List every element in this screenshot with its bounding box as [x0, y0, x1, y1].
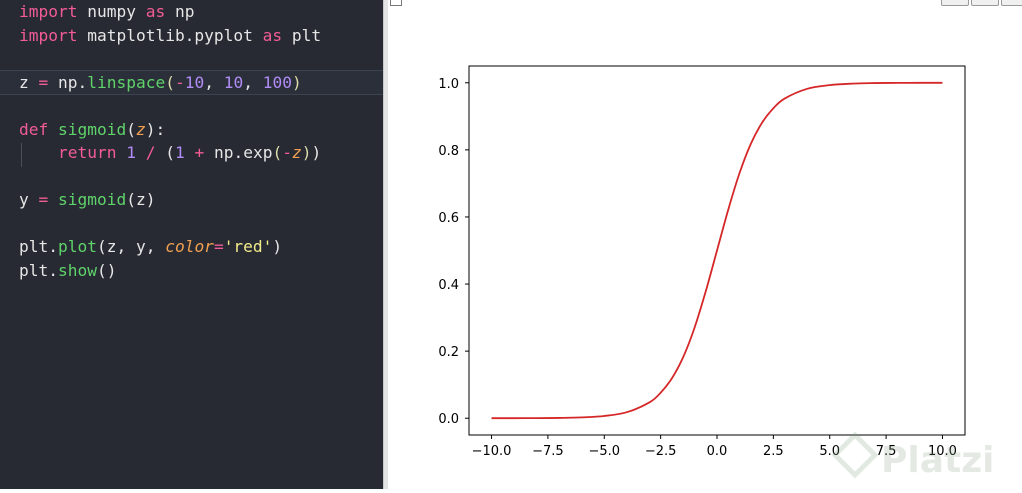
code-token: 10: [223, 72, 244, 92]
code-token: z: [291, 143, 302, 162]
code-token: sigmoid: [58, 119, 127, 139]
code-line[interactable]: plt.show(): [19, 259, 116, 282]
code-line[interactable]: return 1 / (1 + np.exp(-z)): [19, 141, 321, 164]
x-tick-label: −5.0: [588, 444, 620, 459]
code-token: 1: [174, 143, 185, 162]
code-token: (z, y,: [96, 237, 166, 256]
code-token: np.exp: [204, 143, 273, 162]
x-tick-label: 2.5: [763, 444, 784, 459]
y-tick-label: 0.8: [438, 144, 459, 159]
platzi-logo-icon: [831, 431, 879, 479]
window-titlebar: [388, 0, 1022, 6]
code-line[interactable]: import numpy as np: [19, 0, 194, 23]
code-token: 100: [262, 72, 292, 92]
code-token: -: [174, 72, 185, 92]
code-token: show: [57, 260, 97, 280]
code-token: ): [301, 143, 312, 162]
code-line[interactable]: def sigmoid(z):: [19, 118, 165, 141]
platzi-watermark: Platzi: [831, 431, 995, 481]
code-token: linspace: [87, 72, 166, 92]
plot-window: −10.0 −7.5 −5.0 −2.5 0.0 2.5 5.0 7.5 10.0 0.0 0.2 0…: [388, 0, 1022, 489]
x-tick-label: 0.0: [707, 444, 728, 459]
code-token: color: [165, 237, 214, 256]
code-token: import: [19, 25, 78, 45]
code-token: plt.: [19, 237, 58, 256]
code-token: =: [38, 72, 49, 92]
code-line[interactable]: plt.plot(z, y, color='red'): [19, 235, 282, 258]
code-token: ,: [243, 72, 263, 92]
code-token: sigmoid: [58, 190, 127, 209]
window-icon: [390, 0, 402, 6]
code-token: ): [291, 72, 302, 92]
code-token: +: [194, 143, 205, 162]
sigmoid-line: [491, 81, 943, 420]
plot-figure: −10.0 −7.5 −5.0 −2.5 0.0 2.5 5.0 7.5 10.00.00.20…: [438, 65, 995, 481]
code-token: ,: [204, 72, 224, 92]
watermark-text: Platzi: [881, 440, 995, 481]
code-token: return: [57, 143, 117, 162]
y-tick-label: 0.4: [438, 278, 459, 293]
plot-axes: −10.0 −7.5 −5.0 −2.5 0.0 2.5 5.0 7.5 10.00.00.20…: [438, 65, 966, 459]
code-token: import: [19, 2, 78, 21]
plot-series: [491, 81, 943, 420]
code-token: 'red': [223, 237, 273, 256]
code-token: (: [272, 143, 283, 162]
code-token: ): [311, 143, 322, 162]
code-token: /: [145, 143, 156, 162]
minimize-button[interactable]: [941, 0, 969, 6]
code-token: (): [96, 260, 117, 280]
code-token: plt.: [19, 260, 58, 280]
close-button[interactable]: [1001, 0, 1022, 6]
code-token: np.: [48, 72, 88, 92]
code-token: ):: [145, 119, 166, 139]
code-line[interactable]: import matplotlib.pyplot as plt: [19, 24, 321, 47]
code-line[interactable]: z = np.linspace(-10, 10, 100): [19, 71, 302, 94]
code-line[interactable]: y = sigmoid(z): [19, 188, 155, 211]
x-tick-label: −7.5: [532, 444, 564, 459]
code-token: ): [272, 237, 283, 256]
code-token: np: [165, 2, 195, 21]
x-tick-label: −2.5: [645, 444, 677, 459]
y-tick-label: 0.6: [438, 211, 459, 226]
code-token: =: [213, 237, 224, 256]
code-token: (: [165, 72, 175, 92]
code-token: matplotlib.pyplot: [77, 25, 263, 45]
code-editor[interactable]: import numpy as np import matplotlib.pypl…: [0, 0, 383, 489]
y-tick-label: 0.0: [438, 412, 459, 427]
code-token: -: [282, 143, 292, 162]
maximize-button[interactable]: [971, 0, 999, 6]
code-token: 10: [184, 72, 205, 92]
code-token: y: [19, 190, 39, 209]
y-tick-label: 0.2: [438, 345, 459, 360]
code-token: as: [145, 2, 166, 21]
x-tick-label: −10.0: [472, 444, 512, 459]
code-token: def: [19, 119, 49, 139]
code-token: plt: [282, 25, 322, 45]
y-tick-label: 1.0: [438, 77, 459, 92]
code-token: numpy: [77, 2, 146, 21]
code-token: (z): [126, 190, 156, 209]
code-token: (: [155, 143, 175, 162]
code-token: 1: [126, 143, 136, 162]
code-token: z: [19, 72, 39, 92]
code-token: z: [135, 119, 146, 139]
code-token: =: [38, 190, 49, 209]
code-token: as: [262, 25, 283, 45]
code-token: plot: [57, 237, 97, 256]
code-token: (: [126, 119, 136, 139]
